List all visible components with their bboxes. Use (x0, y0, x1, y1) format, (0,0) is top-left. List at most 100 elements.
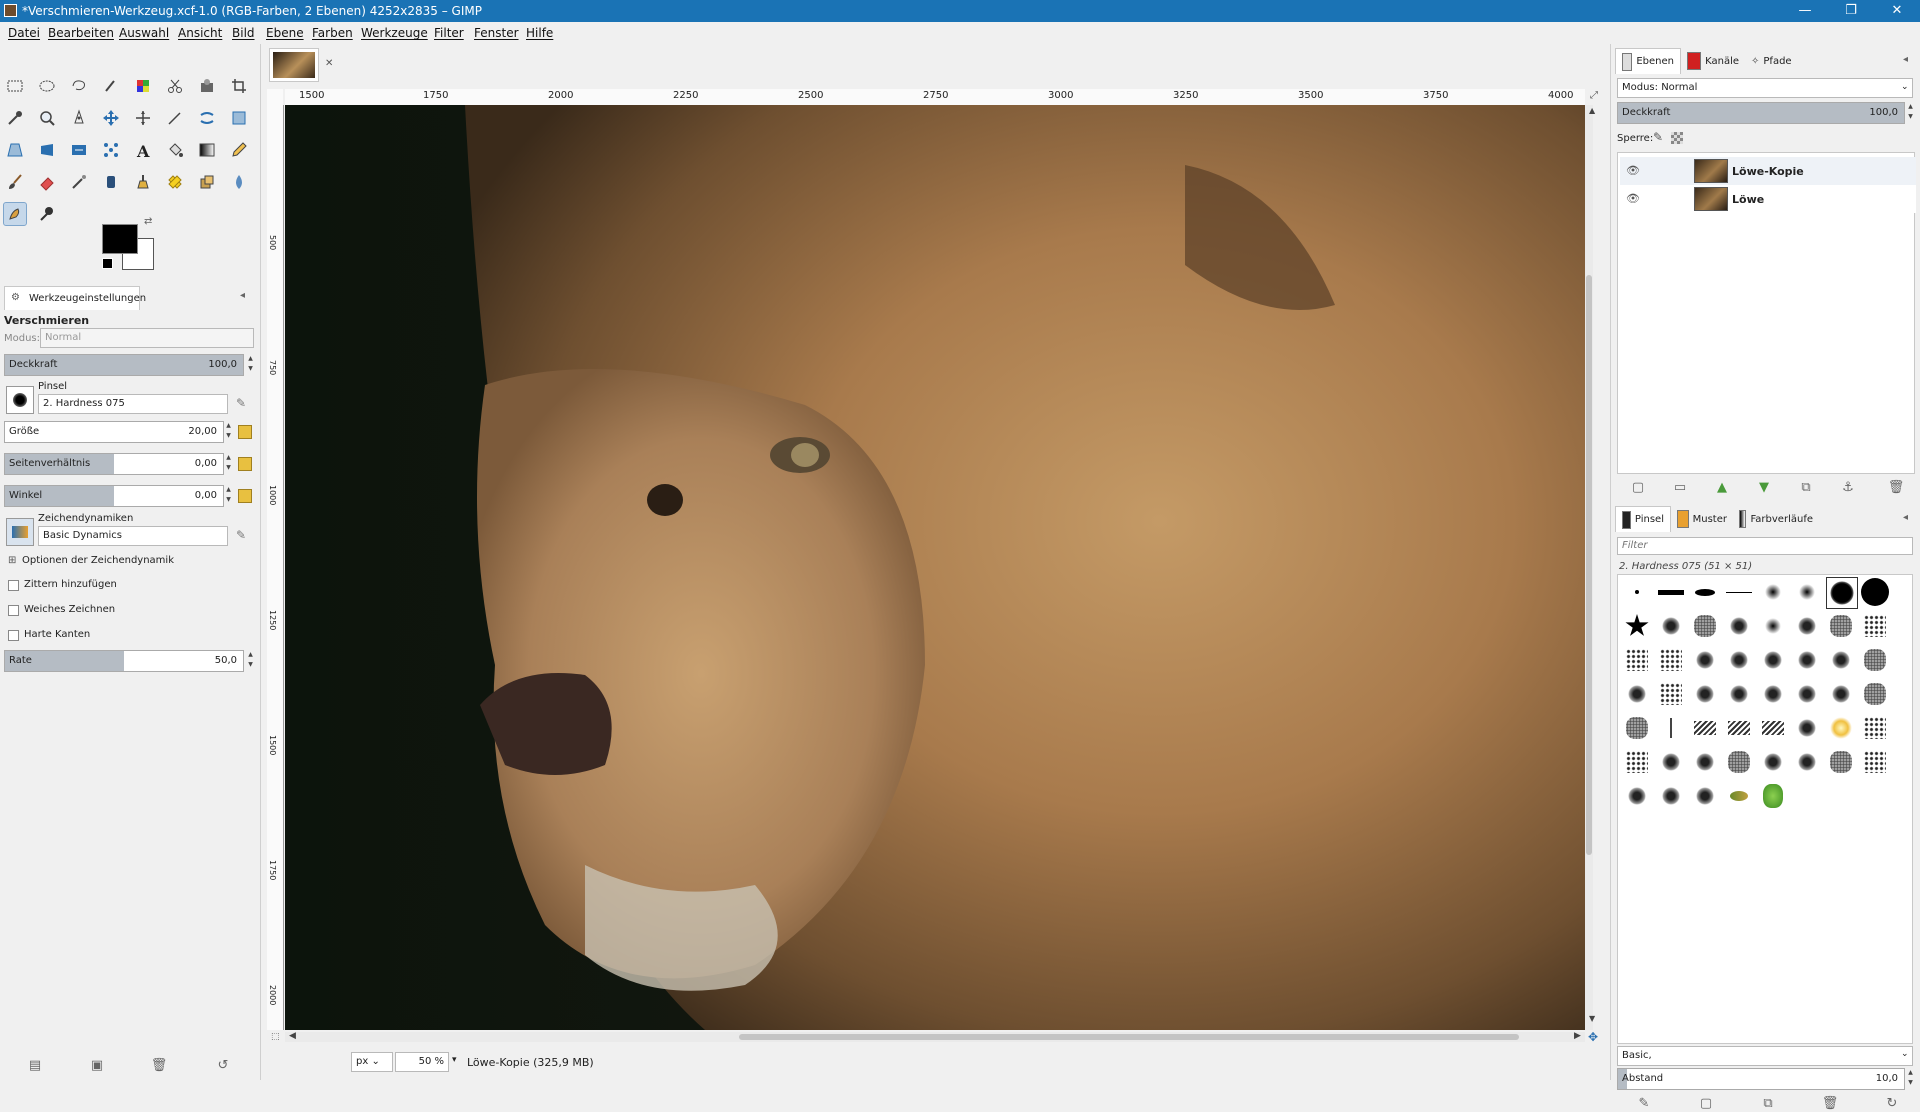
lower-layer-icon[interactable]: ▼ (1755, 478, 1773, 496)
blur-icon[interactable] (227, 170, 251, 194)
brush-cell[interactable] (1826, 679, 1856, 709)
scroll-up-icon[interactable]: ▲ (1589, 106, 1595, 115)
brush-cell[interactable] (1860, 645, 1890, 675)
brush-cell[interactable] (1758, 781, 1788, 811)
menu-bild[interactable]: Bild (232, 26, 255, 40)
angle-spin-icon[interactable]: ▲ ▼ (224, 485, 233, 507)
zoom-dropdown-icon[interactable]: ▾ (452, 1055, 457, 1065)
3d-transform-icon[interactable] (35, 138, 59, 162)
vertical-ruler[interactable]: 500 750 1000 1250 1500 1750 2000 (267, 105, 284, 1030)
brush-cell[interactable] (1826, 713, 1856, 743)
clone-icon[interactable] (195, 170, 219, 194)
menu-datei[interactable]: Datei (8, 26, 40, 40)
brush-cell[interactable] (1792, 645, 1822, 675)
aspect-ratio-slider[interactable]: Seitenverhältnis 0,00 (4, 453, 224, 475)
brush-cell[interactable] (1690, 747, 1720, 777)
hard-edges-checkbox[interactable] (8, 630, 19, 641)
refresh-brushes-icon[interactable]: ↻ (1883, 1094, 1901, 1112)
jitter-checkbox[interactable] (8, 580, 19, 591)
rate-slider[interactable]: Rate 50,0 (4, 650, 244, 672)
menu-filter[interactable]: Filter (434, 26, 464, 40)
brush-cell[interactable] (1792, 611, 1822, 641)
tab-patterns[interactable]: Muster (1671, 506, 1733, 532)
zoom-icon[interactable] (35, 106, 59, 130)
horizontal-ruler[interactable]: 1500 1750 2000 2250 2500 2750 3000 3250 … (285, 89, 1585, 106)
horizontal-scroll-thumb[interactable] (739, 1034, 1519, 1040)
menu-farben[interactable]: Farben (312, 26, 353, 40)
foreground-select-icon[interactable] (195, 74, 219, 98)
brush-cell[interactable] (1724, 577, 1754, 607)
brush-cell[interactable] (1622, 747, 1652, 777)
new-layer-icon[interactable]: ▢ (1629, 478, 1647, 496)
menu-ebene[interactable]: Ebene (266, 26, 304, 40)
dynamics-field[interactable]: Basic Dynamics (38, 526, 228, 546)
brush-cell[interactable] (1656, 747, 1686, 777)
opacity-slider[interactable]: Deckkraft 100,0 (4, 354, 244, 376)
mypaint-brush-icon[interactable] (131, 170, 155, 194)
ruler-corner-icon[interactable] (267, 89, 283, 105)
size-reset-icon[interactable] (238, 425, 252, 439)
airbrush-icon[interactable] (67, 170, 91, 194)
bucket-fill-icon[interactable] (163, 138, 187, 162)
gradient-icon[interactable] (195, 138, 219, 162)
brush-cell[interactable] (1690, 781, 1720, 811)
eraser-icon[interactable] (35, 170, 59, 194)
maximize-button[interactable]: ❐ (1828, 0, 1874, 22)
brush-cell[interactable] (1724, 747, 1754, 777)
layer-row[interactable]: 👁 Löwe (1620, 185, 1916, 213)
brush-cell[interactable] (1690, 645, 1720, 675)
image-tab-close-icon[interactable]: ✕ (325, 58, 333, 69)
heal-icon[interactable] (163, 170, 187, 194)
layer-row[interactable]: 👁 Löwe-Kopie (1620, 157, 1916, 185)
brush-cell[interactable] (1758, 713, 1788, 743)
perspective-icon[interactable] (3, 138, 27, 162)
image-tab[interactable] (269, 48, 319, 82)
brush-cell[interactable] (1860, 611, 1890, 641)
brush-cell[interactable] (1826, 611, 1856, 641)
edit-brush-button-icon[interactable]: ✎ (1635, 1094, 1653, 1112)
tab-channels[interactable]: Kanäle (1681, 48, 1745, 74)
save-options-icon[interactable]: ▤ (26, 1056, 44, 1074)
aspect-spin-icon[interactable]: ▲ ▼ (224, 453, 233, 475)
brush-cell[interactable] (1792, 679, 1822, 709)
align-icon[interactable] (131, 106, 155, 130)
brush-cell[interactable] (1860, 713, 1890, 743)
mode-select[interactable]: Normal (40, 328, 254, 348)
brush-cell[interactable] (1656, 679, 1686, 709)
brush-cell[interactable] (1792, 577, 1822, 607)
brush-spacing-slider[interactable]: Abstand 10,0 (1617, 1068, 1905, 1090)
lasso-icon[interactable] (67, 74, 91, 98)
layer-mode-select[interactable]: Modus: Normal (1617, 78, 1913, 98)
brush-cell[interactable] (1656, 611, 1686, 641)
move-icon[interactable] (99, 106, 123, 130)
brush-filter-input[interactable] (1617, 537, 1913, 555)
brush-cell[interactable] (1826, 747, 1856, 777)
text-icon[interactable]: A (131, 138, 155, 162)
swap-colors-icon[interactable]: ⇄ (144, 216, 152, 227)
size-spin-icon[interactable]: ▲ ▼ (224, 421, 233, 443)
tab-layers[interactable]: Ebenen (1615, 48, 1681, 74)
brush-cell[interactable] (1622, 781, 1652, 811)
brush-cell[interactable] (1826, 645, 1856, 675)
new-layer-group-icon[interactable]: ▭ (1671, 478, 1689, 496)
tool-options-tab[interactable]: ⚙ Werkzeugeinstellungen (4, 286, 146, 310)
dodge-burn-icon[interactable] (35, 202, 59, 226)
tab-brushes[interactable]: Pinsel (1615, 506, 1671, 532)
edit-dynamics-icon[interactable]: ✎ (236, 528, 246, 542)
brush-cell[interactable] (1758, 577, 1788, 607)
brush-cell[interactable] (1758, 747, 1788, 777)
pencil-measure-icon[interactable] (163, 106, 187, 130)
zoom-select[interactable]: 50 % (395, 1052, 449, 1072)
brush-cell[interactable] (1656, 577, 1686, 607)
foreground-color-swatch[interactable] (102, 224, 138, 254)
menu-auswahl[interactable]: Auswahl (119, 26, 169, 40)
dynamics-preview-icon[interactable] (6, 518, 34, 546)
brush-cell[interactable] (1724, 781, 1754, 811)
lock-pixels-icon[interactable]: ✎ (1653, 130, 1663, 144)
unit-select[interactable]: px ⌄ (351, 1052, 393, 1072)
scroll-left-icon[interactable]: ◀ (289, 1031, 296, 1041)
brush-preview[interactable] (6, 386, 34, 414)
new-brush-icon[interactable]: ▢ (1697, 1094, 1715, 1112)
anchor-layer-icon[interactable]: ⚓ (1839, 478, 1857, 496)
brush-cell[interactable] (1724, 679, 1754, 709)
